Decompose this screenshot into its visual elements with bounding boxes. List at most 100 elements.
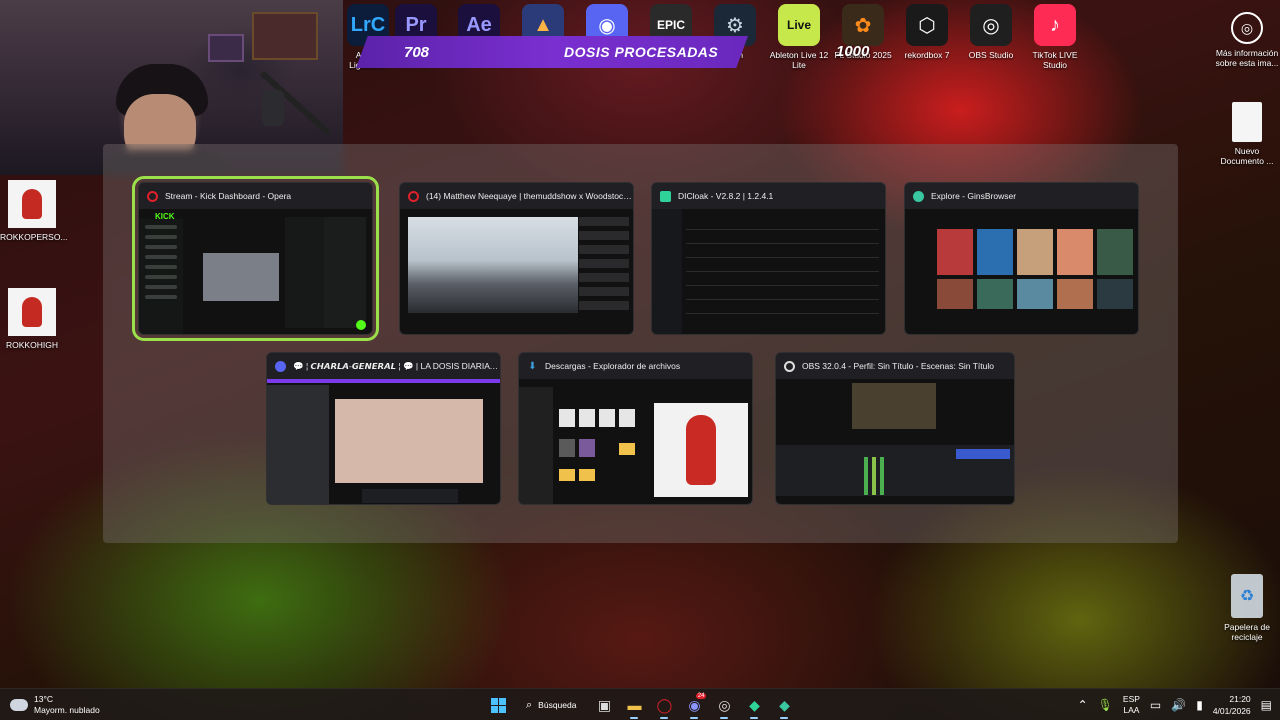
task-view-button[interactable]: ▣ xyxy=(592,693,616,717)
window-preview xyxy=(519,379,752,504)
opera-icon: ◯ xyxy=(656,697,673,713)
opera-icon xyxy=(408,190,419,202)
desktop-icon-label: OBS Studio xyxy=(968,50,1014,60)
chevron-up-icon[interactable]: ⌃ xyxy=(1078,698,1088,712)
camera-info-icon: ◎ xyxy=(1231,12,1263,44)
battery-icon[interactable]: ▮ xyxy=(1196,698,1203,712)
window-title: Stream - Kick Dashboard - Opera xyxy=(165,191,292,201)
obs-icon: ◎ xyxy=(970,4,1012,46)
window-titlebar: ⬇ Descargas - Explorador de archivos xyxy=(519,353,752,379)
discord-badge: 24 xyxy=(695,693,707,699)
window-preview xyxy=(400,209,633,334)
desktop-icon-rokkohigh[interactable]: ROKKOHIGH xyxy=(0,288,64,350)
window-titlebar: 💬 ¦ 𝘾𝙃𝘼𝙍𝙇𝘼-𝙂𝙀𝙉𝙀𝙍𝘼𝙇 ¦ 💬 | LA DOSIS DIARIA… xyxy=(267,353,500,379)
ginsbrowser-icon: ◆ xyxy=(779,697,790,713)
folder-icon: ▬ xyxy=(627,697,642,713)
window-preview xyxy=(267,379,500,504)
ginsbrowser-button[interactable]: ◆ xyxy=(772,693,796,719)
overlay-count: 1000 xyxy=(836,43,870,60)
desktop-icon-rokkoperso[interactable]: ROKKOPERSO... xyxy=(0,180,68,242)
task-view-icon: ▣ xyxy=(597,697,612,713)
dosis-text: DOSIS PROCESADAS xyxy=(564,44,719,60)
file-explorer-button[interactable]: ▬ xyxy=(622,693,646,719)
microphone xyxy=(262,90,284,126)
desktop-icon-label: Papelera de reciclaje xyxy=(1224,622,1270,642)
window-preview xyxy=(652,209,885,334)
window-titlebar: Explore - GinsBrowser xyxy=(905,183,1138,209)
window-titlebar: DICloak - V2.8.2 | 1.2.4.1 xyxy=(652,183,885,209)
desktop-icon-label: ROKKOPERSO... xyxy=(0,232,68,242)
discord-icon: ◉ xyxy=(688,697,701,713)
discord-button[interactable]: ◉ 24 xyxy=(682,693,707,719)
search-button[interactable]: ⌕ Búsqueda xyxy=(516,693,586,717)
desktop-icon-label: ROKKOHIGH xyxy=(6,340,58,350)
image-file-icon xyxy=(8,288,56,336)
windows-icon xyxy=(490,697,506,713)
window-preview xyxy=(905,209,1138,334)
task-window-obs[interactable]: OBS 32.0.4 - Perfil: Sin Título - Escena… xyxy=(775,352,1015,505)
desktop-icon-top[interactable]: ♪ TikTok LIVE Studio xyxy=(1023,4,1087,70)
clock-time: 21:20 xyxy=(1229,694,1251,704)
document-icon xyxy=(1232,102,1262,142)
cloud-icon xyxy=(10,699,28,711)
desktop-icon-label: Ableton Live 12 Lite xyxy=(769,50,829,70)
microphone-icon[interactable]: 🎙 xyxy=(1098,698,1113,712)
dosis-banner: 708 DOSIS PROCESADAS xyxy=(356,36,748,68)
discord-icon xyxy=(275,360,286,372)
desktop-icon-label: TikTok LIVE Studio xyxy=(1032,50,1078,70)
dosis-count: 708 xyxy=(404,43,430,61)
weather-widget[interactable]: 13°C Mayorm. nublado xyxy=(10,694,100,716)
weather-desc: Mayorm. nublado xyxy=(34,705,100,715)
desktop-icon-recycle-bin[interactable]: ♻ Papelera de reciclaje xyxy=(1215,574,1279,642)
weather-temp: 13°C xyxy=(34,694,53,704)
window-title: (14) Matthew Neequaye | themuddshow x Wo… xyxy=(426,191,633,201)
window-title: OBS 32.0.4 - Perfil: Sin Título - Escena… xyxy=(802,361,994,371)
volume-icon[interactable]: 🔊 xyxy=(1171,698,1186,712)
clock[interactable]: 21:20 4/01/2026 xyxy=(1213,693,1251,717)
opera-icon xyxy=(147,190,158,202)
recycle-bin-icon: ♻ xyxy=(1231,574,1263,618)
wall-poster xyxy=(208,34,244,62)
window-title: 💬 ¦ 𝘾𝙃𝘼𝙍𝙇𝘼-𝙂𝙀𝙉𝙀𝙍𝘼𝙇 ¦ 💬 | LA DOSIS DIARIA… xyxy=(293,360,500,371)
desktop-icon-label: Nuevo Documento ... xyxy=(1220,146,1274,166)
task-window-discord[interactable]: 💬 ¦ 𝘾𝙃𝘼𝙍𝙇𝘼-𝙂𝙀𝙉𝙀𝙍𝘼𝙇 ¦ 💬 | LA DOSIS DIARIA… xyxy=(266,352,501,505)
taskbar-apps: ⌕ Búsqueda ▣ ▬ ◯ ◉ 24 ◎ ◆ ◆ xyxy=(486,693,796,719)
taskbar: 13°C Mayorm. nublado ⌕ Búsqueda ▣ ▬ ◯ ◉ … xyxy=(0,688,1280,720)
system-tray: ⌃ 🎙 ESP LAA ▭ 🔊 ▮ 21:20 4/01/2026 ▤ xyxy=(1078,693,1272,717)
opera-button[interactable]: ◯ xyxy=(652,693,676,719)
desktop-icon-new-document[interactable]: Nuevo Documento ... xyxy=(1215,102,1279,166)
window-title: DICloak - V2.8.2 | 1.2.4.1 xyxy=(678,191,774,201)
start-button[interactable] xyxy=(486,693,510,717)
fl-studio-icon: ✿ xyxy=(842,4,884,46)
desktop-icon-label: Más información sobre esta ima... xyxy=(1215,48,1279,68)
lang-line1: ESP xyxy=(1122,694,1140,704)
desktop-icon-top[interactable]: ⬡ rekordbox 7 xyxy=(895,4,959,60)
search-icon: ⌕ xyxy=(526,698,533,711)
task-window-kick[interactable]: Stream - Kick Dashboard - Opera KICK xyxy=(132,176,379,341)
network-icon[interactable]: ▭ xyxy=(1150,698,1161,712)
search-label: Búsqueda xyxy=(538,700,577,710)
desktop-icon-top[interactable]: ◎ OBS Studio xyxy=(959,4,1023,60)
obs-icon: ◎ xyxy=(718,697,731,713)
notification-icon[interactable]: ▤ xyxy=(1261,698,1272,712)
download-icon: ⬇ xyxy=(528,360,537,372)
window-titlebar: (14) Matthew Neequaye | themuddshow x Wo… xyxy=(400,183,633,209)
desktop-icon-top[interactable]: Live Ableton Live 12 Lite xyxy=(767,4,831,70)
image-file-icon xyxy=(8,180,56,228)
task-window-youtube[interactable]: (14) Matthew Neequaye | themuddshow x Wo… xyxy=(399,182,634,335)
obs-button[interactable]: ◎ xyxy=(712,693,736,719)
desktop-icon-label: rekordbox 7 xyxy=(904,50,950,60)
tiktok-icon: ♪ xyxy=(1034,4,1076,46)
task-window-ginsbrowser[interactable]: Explore - GinsBrowser xyxy=(904,182,1139,335)
dicloak-icon: ◆ xyxy=(749,697,760,713)
ginsbrowser-icon xyxy=(913,190,924,202)
window-preview: KICK xyxy=(139,209,372,334)
language-indicator[interactable]: ESP LAA xyxy=(1123,694,1140,716)
window-title: Explore - GinsBrowser xyxy=(931,191,1017,201)
desktop-icon-spotlight[interactable]: ◎ Más información sobre esta ima... xyxy=(1215,12,1279,68)
wall-frame xyxy=(252,12,318,60)
task-window-dicloak[interactable]: DICloak - V2.8.2 | 1.2.4.1 xyxy=(651,182,886,335)
ableton-icon: Live xyxy=(778,4,820,46)
task-window-explorer[interactable]: ⬇ Descargas - Explorador de archivos xyxy=(518,352,753,505)
dicloak-button[interactable]: ◆ xyxy=(742,693,766,719)
